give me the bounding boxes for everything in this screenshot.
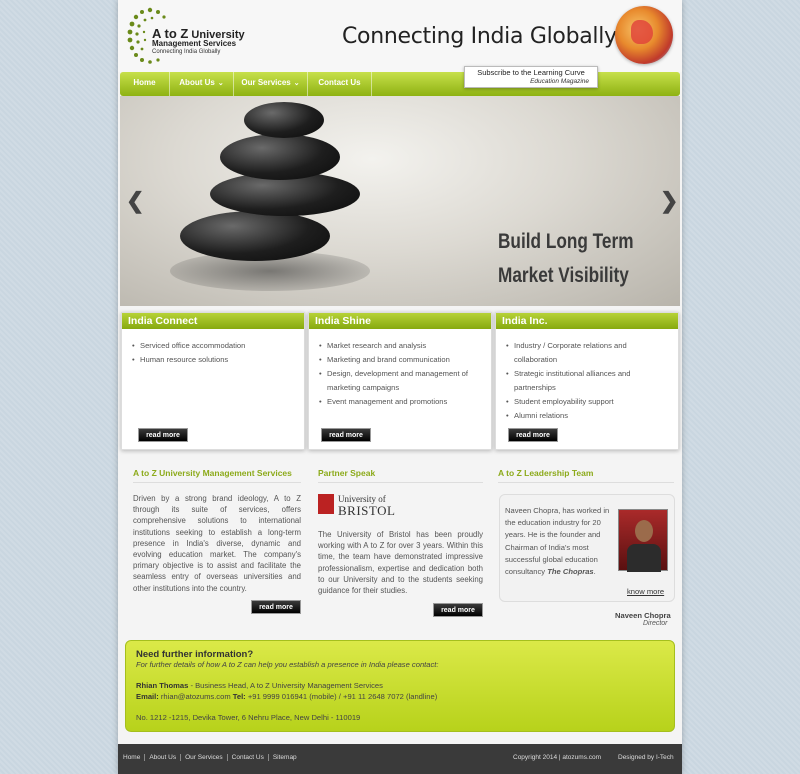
designed-by: Designed by I-Tech [618,754,674,761]
nav-our-services[interactable]: Our Services ⌄ [234,72,308,96]
read-more-button[interactable]: read more [508,428,558,442]
list-item: Student employability support [506,395,666,409]
list-item: Event management and promotions [319,395,479,409]
atoz-description: Driven by a strong brand ideology, A to … [133,494,301,593]
bristol-logo: University of BRISTOL [318,494,408,518]
list-item: Market research and analysis [319,339,479,353]
leader-photo [618,509,668,572]
list-item: Serviced office accommodation [132,339,292,353]
nav-about-us[interactable]: About Us ⌄ [170,72,234,96]
slide-headline-1: Build Long Term [498,230,634,253]
partner-testimonial: The University of Bristol has been proud… [318,530,483,596]
list-item: Marketing and brand communication [319,353,479,367]
box-title: India Shine [309,313,491,329]
chevron-right-icon[interactable]: ❯ [660,188,678,214]
list-item: Alumni relations [506,409,666,423]
box-title: India Connect [122,313,304,329]
contact-heading: Need further information? [136,649,254,660]
divider [133,482,301,483]
site-tagline: Connecting India Globally [342,24,617,49]
leader-bio: Naveen Chopra, has worked in the educati… [505,506,610,577]
footer-link-contact-us[interactable]: Contact Us [227,754,269,761]
contact-person: Rhian Thomas - Business Head, A to Z Uni… [136,681,383,690]
header: A to Z University Management Services Co… [118,0,682,72]
logo-strapline: Connecting India Globally [152,49,221,55]
contact-details: Email: rhian@atozums.com Tel: +91 9999 0… [136,692,438,701]
box-list: Industry / Corporate relations and colla… [496,329,678,423]
list-item: Industry / Corporate relations and colla… [506,339,666,367]
service-box-india-shine: India Shine Market research and analysis… [308,312,492,450]
footer-link-about-us[interactable]: About Us [145,754,182,761]
contact-subheading: For further details of how A to Z can he… [136,660,439,669]
footer-links: Home About Us Our Services Contact Us Sitema… [123,754,301,761]
slide-headline-2: Market Visibility [498,264,629,287]
leader-role: Director [643,620,668,627]
footer-link-home[interactable]: Home [123,754,146,761]
section-title-leadership: A to Z Leadership Team [498,468,594,478]
stone-image [220,134,340,180]
box-list: Market research and analysis Marketing a… [309,329,491,409]
list-item: Design, development and management of ma… [319,367,479,395]
subscribe-banner[interactable]: Subscribe to the Learning Curve Educatio… [464,66,598,88]
footer-link-our-services[interactable]: Our Services [181,754,228,761]
footer-link-sitemap[interactable]: Sitemap [269,754,301,761]
box-title: India Inc. [496,313,678,329]
subscribe-title: Subscribe to the Learning Curve [477,68,585,77]
copyright: Copyright 2014 | atozums.com [513,754,602,761]
globe-icon [615,6,673,64]
hero-slider: ❮ ❯ Build Long Term Market Visibility [120,96,680,306]
leader-name: Naveen Chopra [615,611,671,620]
list-item: Strategic institutional alliances and pa… [506,367,666,395]
contact-address: No. 1212 -1215, Devika Tower, 6 Nehru Pl… [136,713,361,722]
chevron-down-icon: ⌄ [217,80,224,87]
list-item: Human resource solutions [132,353,292,367]
contact-panel: Need further information? For further de… [125,640,675,732]
bristol-crest-icon [318,494,334,514]
box-list: Serviced office accommodation Human reso… [122,329,304,367]
divider [498,482,674,483]
footer: Home About Us Our Services Contact Us Sitema… [118,744,682,774]
section-title-partner: Partner Speak [318,468,376,478]
read-more-button[interactable]: read more [321,428,371,442]
divider [318,482,483,483]
service-box-india-inc: India Inc. Industry / Corporate relation… [495,312,679,450]
stone-image [180,211,330,261]
know-more-link[interactable]: know more [627,587,664,596]
stone-image [244,102,324,138]
nav-home[interactable]: Home [120,72,170,96]
read-more-button[interactable]: read more [138,428,188,442]
section-title-atoz: A to Z University Management Services [133,468,292,478]
nav-contact-us[interactable]: Contact Us [308,72,372,96]
chevron-down-icon: ⌄ [293,80,300,87]
read-more-button[interactable]: read more [251,600,301,614]
logo[interactable]: A to Z University Management Services Co… [124,4,245,66]
chevron-left-icon[interactable]: ❮ [126,188,144,214]
email-link[interactable]: rhian@atozums.com [159,692,233,701]
leadership-card: Naveen Chopra, has worked in the educati… [499,494,675,602]
logo-subtitle: Management Services [152,39,237,48]
service-box-india-connect: India Connect Serviced office accommodat… [121,312,305,450]
page: A to Z University Management Services Co… [118,0,682,774]
subscribe-subtitle: Education Magazine [530,78,589,85]
read-more-button[interactable]: read more [433,603,483,617]
